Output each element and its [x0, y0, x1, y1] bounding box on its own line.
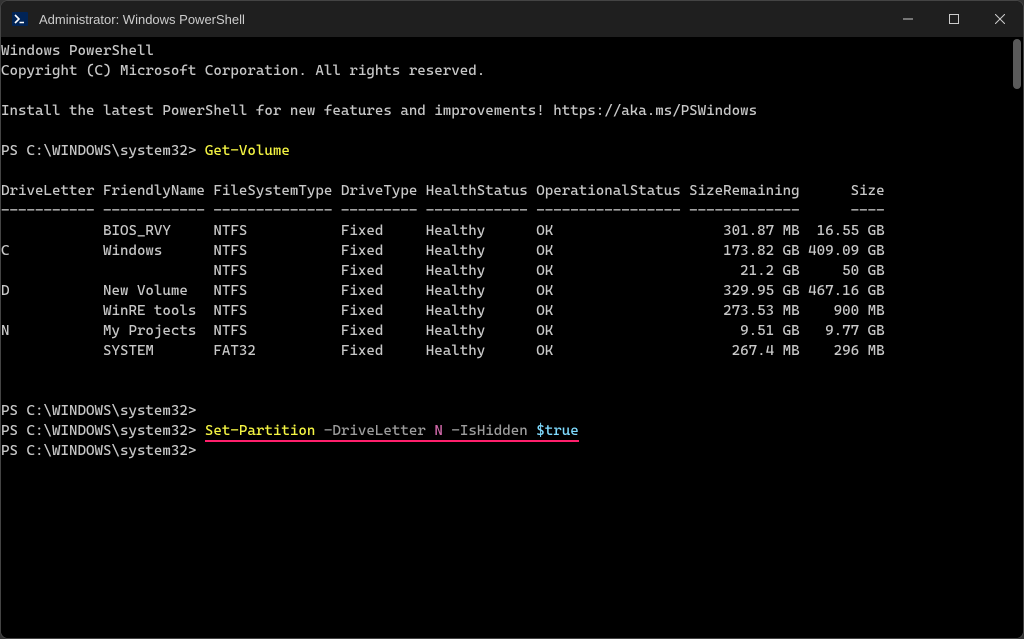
param-driveletter: -DriveLetter: [315, 423, 425, 439]
table-dashes-row: ----------- ------------ -------------- …: [1, 203, 885, 219]
prompt: PS C:\WINDOWS\system32>: [1, 143, 196, 159]
minimize-button[interactable]: [885, 1, 931, 37]
text-cursor: [599, 39, 607, 53]
arg-drive-n: N: [426, 423, 443, 439]
window-title: Administrator: Windows PowerShell: [39, 12, 245, 27]
prompt: PS C:\WINDOWS\system32>: [1, 443, 196, 459]
table-row: NTFS Fixed Healthy OK 21.2 GB 50 GB: [1, 263, 885, 279]
powershell-icon: [11, 10, 29, 28]
highlighted-command: Set-Partition -DriveLetter N -IsHidden $…: [205, 421, 579, 441]
table-row: WinRE tools NTFS Fixed Healthy OK 273.53…: [1, 303, 885, 319]
powershell-window: Administrator: Windows PowerShell Window…: [0, 0, 1024, 639]
titlebar[interactable]: Administrator: Windows PowerShell: [1, 1, 1023, 37]
cmd-get-volume: Get-Volume: [205, 143, 290, 159]
prompt: PS C:\WINDOWS\system32>: [1, 403, 196, 419]
table-header-row: DriveLetter FriendlyName FileSystemType …: [1, 183, 885, 199]
window-controls: [885, 1, 1023, 37]
table-row: BIOS_RVY NTFS Fixed Healthy OK 301.87 MB…: [1, 223, 885, 239]
arg-true: $true: [528, 423, 579, 439]
maximize-button[interactable]: [931, 1, 977, 37]
param-ishidden: -IsHidden: [443, 423, 528, 439]
close-button[interactable]: [977, 1, 1023, 37]
table-row: N My Projects NTFS Fixed Healthy OK 9.51…: [1, 323, 885, 339]
table-row: SYSTEM FAT32 Fixed Healthy OK 267.4 MB 2…: [1, 343, 885, 359]
scrollbar-thumb[interactable]: [1013, 39, 1021, 89]
install-hint-line: Install the latest PowerShell for new fe…: [1, 103, 757, 119]
terminal-body[interactable]: Windows PowerShell Copyright (C) Microso…: [1, 37, 1023, 638]
terminal-content: Windows PowerShell Copyright (C) Microso…: [1, 37, 1023, 461]
header-line: Windows PowerShell: [1, 43, 154, 59]
table-row: D New Volume NTFS Fixed Healthy OK 329.9…: [1, 283, 885, 299]
cmd-set-partition: Set-Partition: [205, 423, 315, 439]
table-row: C Windows NTFS Fixed Healthy OK 173.82 G…: [1, 243, 885, 259]
prompt: PS C:\WINDOWS\system32>: [1, 423, 196, 439]
copyright-line: Copyright (C) Microsoft Corporation. All…: [1, 63, 485, 79]
